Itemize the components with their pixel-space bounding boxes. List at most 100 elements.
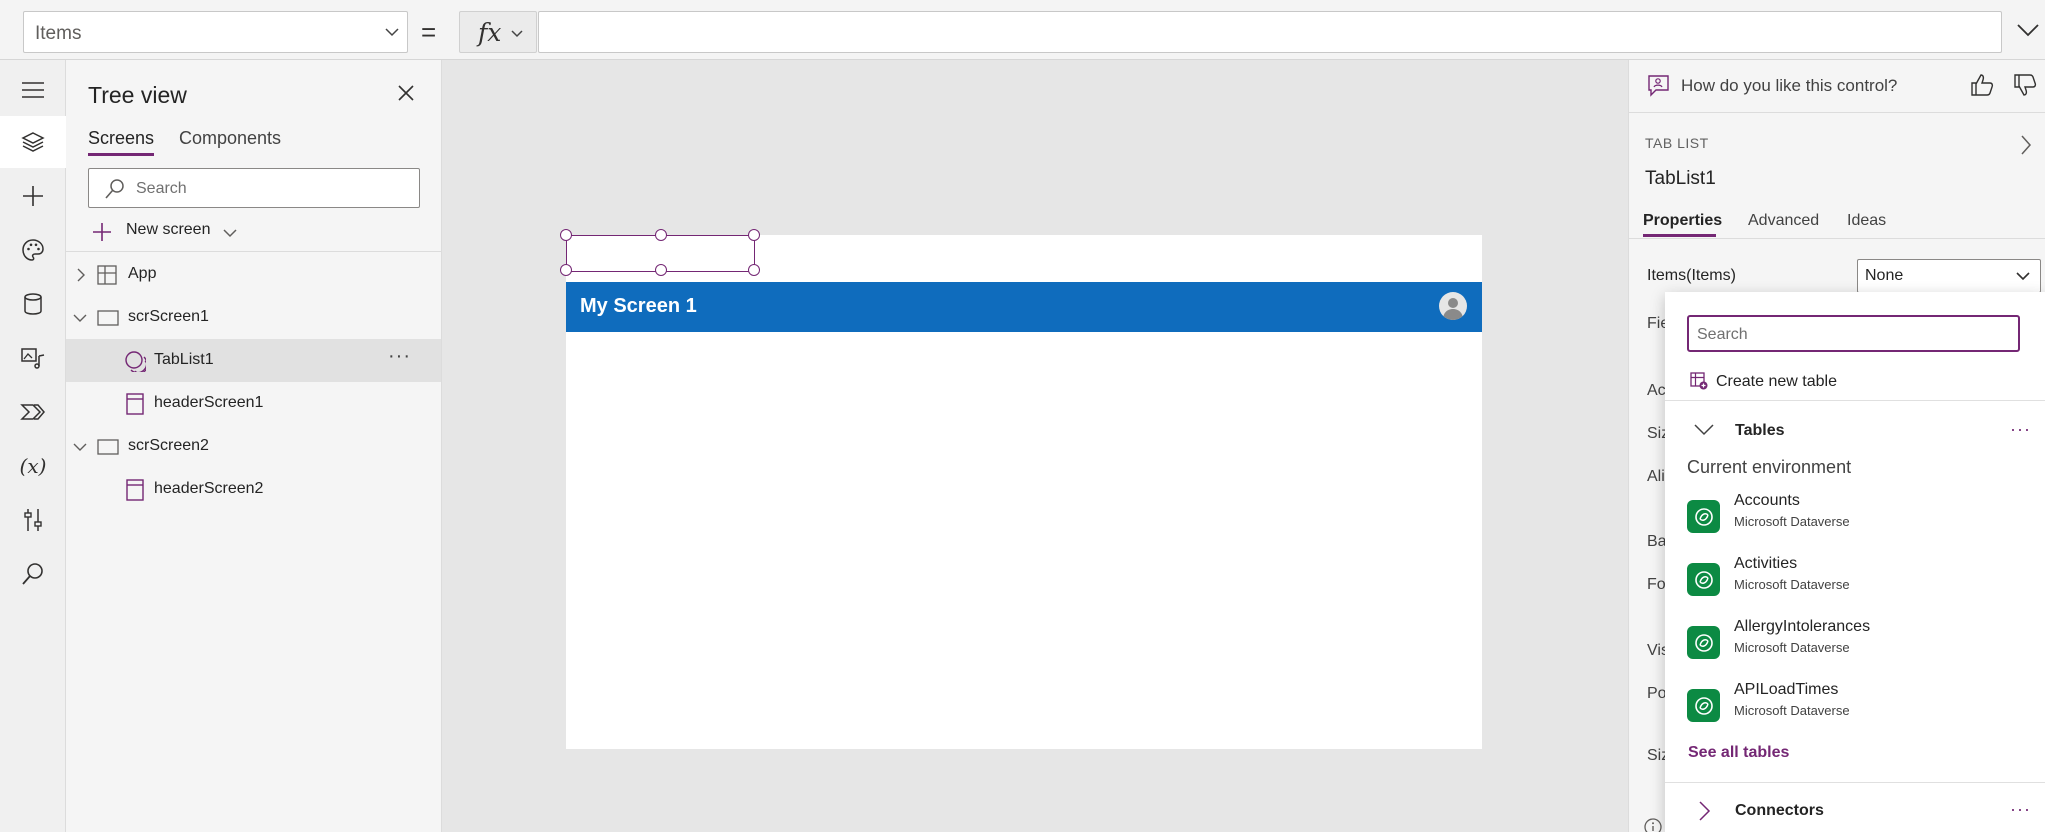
tab-list-selection[interactable] xyxy=(560,229,760,276)
tab-screens[interactable]: Screens xyxy=(88,128,154,149)
items-select-value: None xyxy=(1865,267,1904,284)
tree-node-tablist1[interactable]: TabList1 ··· xyxy=(66,339,441,382)
fx-button[interactable]: fx xyxy=(459,11,537,53)
table-source: Microsoft Dataverse xyxy=(1734,640,1850,655)
tree-node-headerscreen1[interactable]: headerScreen1 xyxy=(66,382,441,425)
resize-handle[interactable] xyxy=(655,264,667,276)
property-label: Ac xyxy=(1647,382,1666,399)
chevron-right-icon[interactable] xyxy=(76,268,86,282)
control-type: TAB LIST xyxy=(1645,135,1709,151)
property-label: Ali xyxy=(1647,468,1665,485)
tree-node-scrscreen1[interactable]: scrScreen1 xyxy=(66,296,441,339)
formula-input[interactable] xyxy=(538,11,2002,53)
avatar xyxy=(1439,292,1467,320)
tree-node-headerscreen2[interactable]: headerScreen2 xyxy=(66,468,441,511)
table-name: Activities xyxy=(1734,555,1798,572)
screen-title: My Screen 1 xyxy=(580,295,697,317)
divider xyxy=(1665,400,2045,401)
info-icon xyxy=(1643,817,1663,832)
more-options-button[interactable]: ··· xyxy=(2010,419,2031,440)
table-source: Microsoft Dataverse xyxy=(1734,703,1850,718)
tab-ideas[interactable]: Ideas xyxy=(1847,212,1886,230)
tree-node-label: scrScreen2 xyxy=(128,437,209,454)
property-select[interactable]: Items xyxy=(23,11,408,53)
tree-view-panel: Tree view Screens Components Search New … xyxy=(66,60,442,832)
search-button[interactable] xyxy=(0,548,66,600)
header-icon xyxy=(126,393,144,415)
table-source: Microsoft Dataverse xyxy=(1734,577,1850,592)
resize-handle[interactable] xyxy=(748,229,760,241)
tree-node-app[interactable]: App xyxy=(66,253,441,296)
connectors-section-header[interactable]: Connectors xyxy=(1735,802,1824,820)
expand-formula-icon[interactable] xyxy=(2015,20,2041,40)
fx-icon: fx xyxy=(478,18,502,47)
list-item[interactable]: AllergyIntolerances Microsoft Dataverse xyxy=(1687,618,2027,674)
property-select-value: Items xyxy=(35,23,82,44)
control-name[interactable]: TabList1 xyxy=(1645,168,1716,190)
chevron-right-icon[interactable] xyxy=(2019,134,2033,156)
chevron-down-icon[interactable] xyxy=(73,442,87,452)
screen-header[interactable]: My Screen 1 xyxy=(566,282,1482,332)
tables-section-header[interactable]: Tables xyxy=(1735,422,1785,440)
screen-icon xyxy=(97,310,119,326)
add-icon xyxy=(21,184,45,208)
feedback-prompt: How do you like this control? xyxy=(1681,76,1898,95)
chevron-down-icon[interactable] xyxy=(1693,423,1715,437)
menu-button[interactable] xyxy=(0,64,66,116)
power-automate-button[interactable] xyxy=(0,386,66,438)
more-options-button[interactable]: ··· xyxy=(388,345,411,368)
active-tab-indicator xyxy=(88,153,154,156)
create-table-icon xyxy=(1690,372,1708,390)
list-item[interactable]: Activities Microsoft Dataverse xyxy=(1687,555,2027,611)
tree-search-placeholder: Search xyxy=(136,180,187,197)
variables-icon: (x) xyxy=(19,454,47,478)
variables-button[interactable]: (x) xyxy=(0,440,66,492)
tree-node-label: scrScreen1 xyxy=(128,308,209,325)
thumbs-up-icon[interactable] xyxy=(1969,72,1995,98)
app-icon xyxy=(97,265,117,285)
dataverse-icon xyxy=(1687,500,1720,533)
media-button[interactable] xyxy=(0,332,66,384)
items-select[interactable]: None xyxy=(1857,259,2041,293)
tab-properties[interactable]: Properties xyxy=(1643,212,1722,230)
resize-handle[interactable] xyxy=(560,229,572,241)
search-icon xyxy=(104,178,126,200)
add-icon[interactable] xyxy=(92,222,112,242)
resize-handle[interactable] xyxy=(748,264,760,276)
tree-node-scrscreen2[interactable]: scrScreen2 xyxy=(66,425,441,468)
chevron-right-icon[interactable] xyxy=(1698,800,1712,822)
tree-node-label: headerScreen2 xyxy=(154,480,264,497)
items-property-label: Items(Items) xyxy=(1647,267,1736,284)
resize-handle[interactable] xyxy=(560,264,572,276)
close-icon[interactable] xyxy=(397,84,415,102)
new-screen-button[interactable]: New screen xyxy=(126,221,210,239)
tab-components[interactable]: Components xyxy=(179,128,281,149)
tree-view-button[interactable] xyxy=(0,116,66,168)
search-icon xyxy=(21,562,45,586)
design-canvas[interactable]: My Screen 1 xyxy=(443,60,1628,832)
advanced-tools-button[interactable] xyxy=(0,494,66,546)
feedback-icon xyxy=(1646,73,1672,99)
data-source-search-input[interactable]: Search xyxy=(1687,315,2020,352)
divider xyxy=(1629,238,2045,239)
list-item[interactable]: APILoadTimes Microsoft Dataverse xyxy=(1687,681,2027,737)
chevron-down-icon[interactable] xyxy=(73,313,87,323)
create-new-table-button[interactable]: Create new table xyxy=(1716,373,1837,391)
more-options-button[interactable]: ··· xyxy=(2010,799,2031,820)
insert-button[interactable] xyxy=(0,170,66,222)
see-all-tables-link[interactable]: See all tables xyxy=(1688,744,1789,762)
tree-view-title: Tree view xyxy=(88,82,187,108)
tree-search-input[interactable]: Search xyxy=(88,168,420,208)
chevron-down-icon[interactable] xyxy=(222,227,238,239)
dataverse-icon xyxy=(1687,626,1720,659)
resize-handle[interactable] xyxy=(655,229,667,241)
tab-advanced[interactable]: Advanced xyxy=(1748,212,1819,230)
table-source: Microsoft Dataverse xyxy=(1734,514,1850,529)
list-item[interactable]: Accounts Microsoft Dataverse xyxy=(1687,492,2027,548)
layers-icon xyxy=(21,131,45,153)
property-label: Fo xyxy=(1647,576,1666,593)
equals-sign: = xyxy=(421,17,437,47)
themes-button[interactable] xyxy=(0,224,66,276)
data-button[interactable] xyxy=(0,278,66,330)
thumbs-down-icon[interactable] xyxy=(2012,72,2038,98)
